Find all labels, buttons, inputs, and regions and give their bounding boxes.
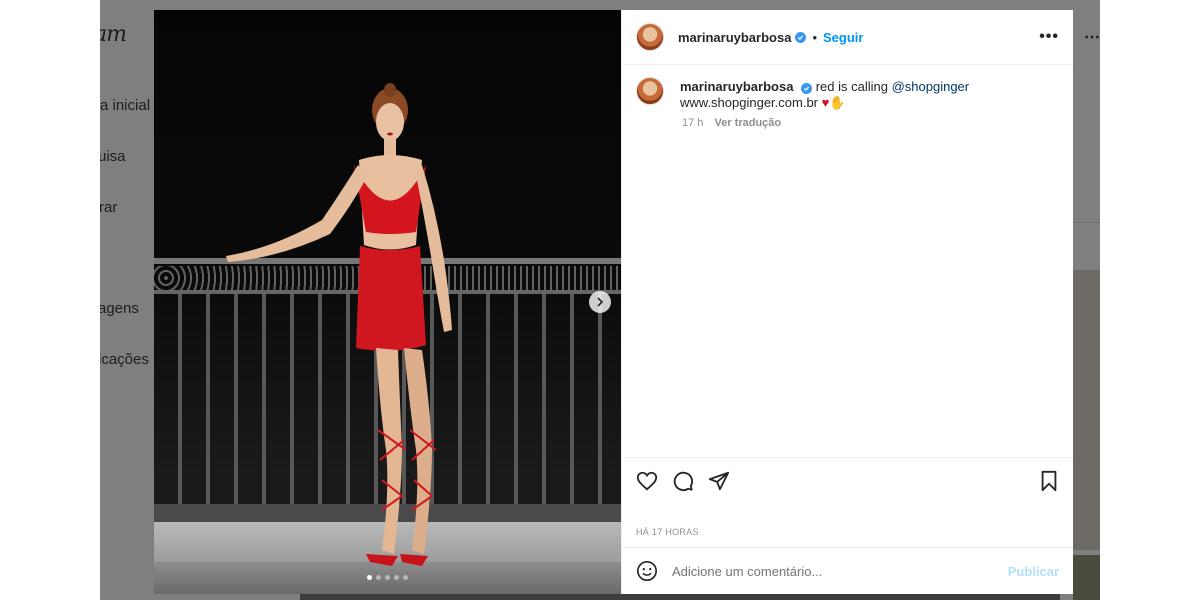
carousel-dot bbox=[394, 575, 399, 580]
background-thumbnail bbox=[1073, 555, 1100, 600]
browser-viewport: am a inicial uisa rar agens icações ⋯ bbox=[100, 0, 1100, 600]
caption-url: www.shopginger.com.br bbox=[680, 95, 819, 110]
caption-section: marinaruybarbosa red is calling @shopgin… bbox=[622, 65, 1073, 457]
comment-input[interactable] bbox=[672, 563, 1008, 579]
caption-emoji: ♥✋ bbox=[821, 95, 846, 110]
like-button[interactable] bbox=[636, 470, 658, 492]
instagram-logo: am bbox=[100, 22, 127, 47]
comment-button[interactable] bbox=[672, 470, 694, 492]
background-more-icon: ⋯ bbox=[1084, 29, 1100, 46]
post-modal: marinaruybarbosa • Seguir ••• marinaruyb… bbox=[154, 10, 1073, 594]
share-button[interactable] bbox=[708, 470, 730, 492]
emoji-icon bbox=[637, 561, 657, 581]
caption-body: red is calling bbox=[815, 79, 888, 94]
more-options-icon[interactable]: ••• bbox=[1039, 28, 1059, 46]
emoji-button[interactable] bbox=[636, 560, 658, 582]
carousel-dot bbox=[367, 575, 372, 580]
carousel-dot bbox=[385, 575, 390, 580]
nav-item-home[interactable]: a inicial bbox=[100, 97, 150, 114]
caption-username[interactable]: marinaruybarbosa bbox=[680, 79, 793, 94]
nav-item-notifications[interactable]: icações bbox=[100, 351, 149, 368]
save-button[interactable] bbox=[1039, 470, 1059, 492]
comment-box: Publicar bbox=[622, 547, 1073, 594]
divider bbox=[1073, 222, 1100, 223]
carousel-indicator bbox=[154, 575, 621, 580]
heart-icon bbox=[636, 471, 658, 490]
carousel-next-button[interactable] bbox=[589, 291, 611, 313]
caption-meta: 17 h Ver tradução bbox=[682, 117, 1059, 129]
avatar[interactable] bbox=[636, 77, 664, 105]
avatar[interactable] bbox=[636, 23, 664, 51]
nav-item-messages[interactable]: agens bbox=[100, 300, 139, 317]
caption-row: marinaruybarbosa red is calling @shopgin… bbox=[636, 77, 1059, 111]
background-strip bbox=[300, 594, 1060, 600]
action-bar bbox=[622, 457, 1073, 503]
carousel-dot bbox=[403, 575, 408, 580]
background-thumbnail bbox=[1073, 270, 1100, 550]
photo-figure bbox=[226, 83, 452, 566]
comment-icon bbox=[673, 471, 694, 491]
translate-link[interactable]: Ver tradução bbox=[714, 117, 781, 129]
separator-dot: • bbox=[812, 29, 817, 45]
post-header: marinaruybarbosa • Seguir ••• bbox=[622, 10, 1073, 65]
caption-time: 17 h bbox=[682, 117, 704, 129]
follow-button[interactable]: Seguir bbox=[823, 30, 863, 45]
likes-row bbox=[622, 503, 1073, 517]
post-media bbox=[154, 10, 621, 594]
header-username[interactable]: marinaruybarbosa bbox=[678, 30, 791, 45]
verified-badge-icon bbox=[801, 83, 813, 94]
post-sidebar: marinaruybarbosa • Seguir ••• marinaruyb… bbox=[621, 10, 1073, 594]
publish-button[interactable]: Publicar bbox=[1008, 564, 1059, 579]
caption-mention-link[interactable]: @shopginger bbox=[892, 79, 970, 94]
send-icon bbox=[708, 471, 730, 490]
verified-badge-icon bbox=[795, 31, 807, 43]
chevron-right-icon bbox=[597, 297, 604, 307]
post-timestamp: HÁ 17 HORAS bbox=[636, 527, 699, 537]
carousel-dot bbox=[376, 575, 381, 580]
bookmark-icon bbox=[1041, 470, 1057, 491]
caption-text: marinaruybarbosa red is calling @shopgin… bbox=[680, 79, 980, 111]
nav-item-explore[interactable]: rar bbox=[100, 199, 117, 216]
nav-item-search[interactable]: uisa bbox=[100, 148, 126, 165]
